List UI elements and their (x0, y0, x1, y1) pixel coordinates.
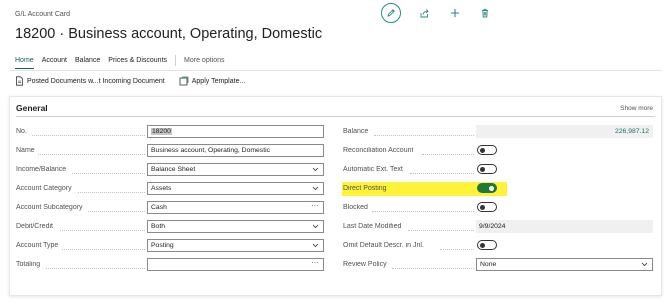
field-leader (422, 154, 474, 155)
apply-template-label: Apply Template... (191, 77, 246, 85)
name-field[interactable]: Business account, Operating, Domestic (147, 144, 324, 157)
tab-account[interactable]: Account (42, 57, 67, 68)
more-options-button[interactable]: More options (184, 57, 224, 68)
field-label-blocked: Blocked (343, 204, 368, 211)
field-leader (78, 192, 145, 193)
debit-credit-value: Both (151, 223, 165, 230)
toggle-knob (480, 204, 485, 210)
posted-documents-label: Posted Documents w...t Incoming Document (27, 77, 165, 85)
field-leader (62, 249, 145, 250)
toggle-knob (480, 242, 485, 248)
lookup-ellipsis-icon[interactable]: ··· (311, 258, 319, 267)
edit-button[interactable] (381, 3, 401, 23)
chevron-down-icon (312, 167, 319, 172)
field-label-name: Name (16, 147, 35, 154)
field-label-no: No. (16, 128, 27, 135)
posted-documents-button[interactable]: Posted Documents w...t Incoming Document (15, 76, 165, 86)
field-label-income-balance: Income/Balance (16, 166, 67, 173)
new-button[interactable] (445, 3, 465, 23)
document-icon (16, 76, 23, 86)
lookup-ellipsis-icon[interactable]: ··· (311, 201, 319, 210)
account-category-select[interactable]: Assets (147, 182, 324, 195)
name-field-value: Business account, Operating, Domestic (151, 147, 271, 154)
account-type-value: Posting (151, 242, 174, 249)
share-button[interactable] (414, 3, 434, 23)
toolbar-divider (10, 70, 662, 71)
share-icon (420, 8, 429, 17)
show-more-link[interactable]: Show more (620, 105, 653, 112)
field-label-last-date-modified: Last Date Modified (343, 223, 402, 230)
section-divider (16, 116, 655, 117)
field-leader (372, 211, 474, 212)
page-type-label: G/L Account Card (15, 11, 70, 18)
field-label-debit-credit: Debit/Credit (16, 223, 53, 230)
plus-icon (451, 9, 459, 17)
tab-home[interactable]: Home (15, 57, 34, 69)
field-leader (46, 268, 145, 269)
income-balance-select[interactable]: Balance Sheet (147, 163, 324, 176)
delete-button[interactable] (475, 3, 495, 23)
apply-template-button[interactable]: Apply Template... (179, 76, 246, 86)
no-field[interactable]: 18200 (147, 125, 324, 138)
toggle-knob (480, 147, 485, 153)
account-category-value: Assets (151, 185, 172, 192)
field-label-reconciliation-account: Reconciliation Account (343, 147, 414, 154)
tab-prices-discounts[interactable]: Prices & Discounts (108, 57, 167, 68)
toggle-knob (480, 166, 485, 172)
tab-divider (175, 55, 177, 66)
account-type-select[interactable]: Posting (147, 239, 324, 252)
reconciliation-account-toggle[interactable] (477, 145, 497, 155)
field-leader (374, 135, 474, 136)
automatic-ext-text-toggle[interactable] (477, 164, 497, 174)
field-label-direct-posting: Direct Posting (343, 185, 387, 192)
section-title-general: General (16, 103, 48, 113)
tab-balance[interactable]: Balance (75, 57, 100, 68)
field-label-account-type: Account Type (16, 242, 59, 249)
action-bar-tabs: Home Account Balance Prices & Discounts … (15, 55, 225, 70)
page-title: 18200 · Business account, Operating, Dom… (15, 26, 323, 42)
blocked-toggle[interactable] (477, 202, 497, 212)
chevron-down-icon (641, 262, 648, 267)
pencil-icon (387, 9, 395, 17)
field-label-account-category: Account Category (16, 185, 72, 192)
last-date-modified-value: 9/9/2024 (476, 220, 653, 233)
balance-value[interactable]: 226,987.12 (476, 125, 653, 138)
field-label-automatic-ext-text: Automatic Ext. Text (343, 166, 403, 173)
field-leader (88, 211, 145, 212)
account-subcategory-field[interactable]: Cash ··· (147, 201, 324, 214)
field-leader (60, 230, 145, 231)
field-leader (32, 135, 145, 136)
field-label-balance: Balance (343, 128, 369, 135)
toggle-knob (489, 185, 494, 191)
apply-template-icon (179, 76, 189, 86)
field-leader (408, 230, 474, 231)
field-leader (72, 173, 145, 174)
field-leader (392, 268, 474, 269)
debit-credit-select[interactable]: Both (147, 220, 324, 233)
field-leader (38, 154, 145, 155)
field-label-omit-default-descr: Omit Default Descr. in Jnl. (343, 242, 424, 249)
direct-posting-toggle[interactable] (477, 183, 497, 193)
chevron-down-icon (312, 243, 319, 248)
totaling-field[interactable]: ··· (147, 258, 324, 271)
review-policy-value: None (480, 261, 497, 268)
field-label-totaling: Totaling (16, 261, 41, 268)
field-label-review-policy: Review Policy (343, 261, 387, 268)
omit-default-descr-toggle[interactable] (477, 240, 497, 250)
field-label-account-subcategory: Account Subcategory (16, 204, 83, 211)
income-balance-value: Balance Sheet (151, 166, 196, 173)
chevron-down-icon (312, 186, 319, 191)
no-field-value: 18200 (151, 128, 172, 135)
action-toolbar: Posted Documents w...t Incoming Document… (15, 76, 259, 86)
field-leader (410, 173, 474, 174)
review-policy-select[interactable]: None (476, 258, 653, 271)
general-section: General Show more No. 18200 Name Busines… (9, 96, 662, 296)
chevron-down-icon (312, 224, 319, 229)
account-subcategory-value: Cash (151, 204, 167, 211)
trash-icon (482, 8, 488, 18)
field-leader (440, 249, 474, 250)
